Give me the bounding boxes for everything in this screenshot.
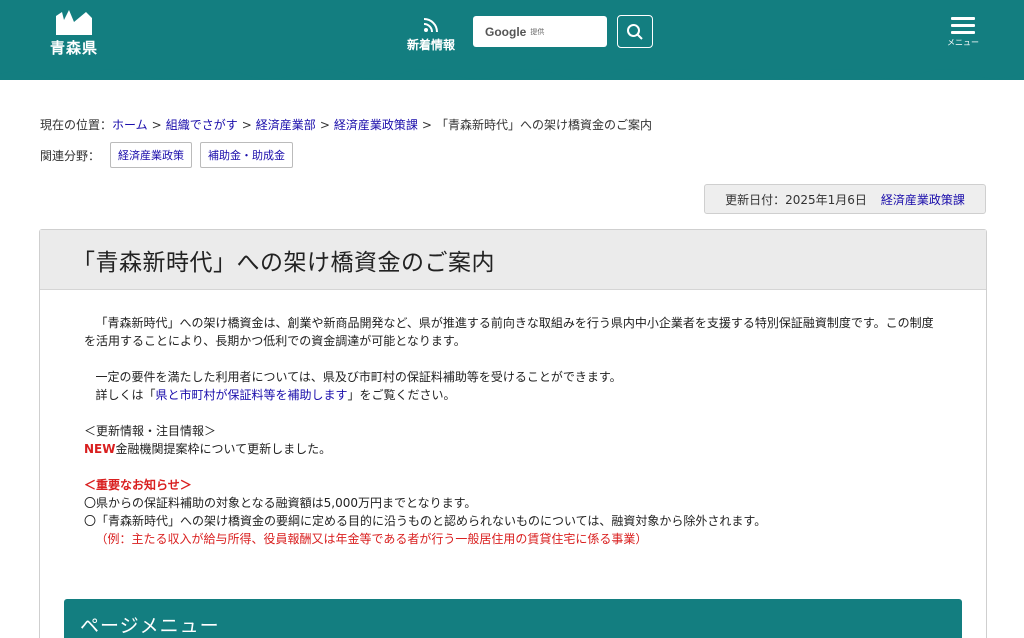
notice-2: 〇「青森新時代」への架け橋資金の要綱に定める目的に沿うものと認められないものにつ… — [84, 514, 767, 528]
breadcrumb: 現在の位置：ホーム > 組織でさがす > 経済産業部 > 経済産業政策課 > 「青森新時代」への… — [40, 118, 652, 132]
search-input[interactable]: Google 提供 — [473, 16, 607, 47]
aomori-logo-icon — [56, 10, 92, 35]
google-brand-sub: 提供 — [530, 27, 545, 36]
article-panel: 「青森新時代」への架け橋資金のご案内 「青森新時代」への架け橋資金は、創業や新商… — [39, 229, 987, 638]
page-menu-header: ページメニュー — [64, 599, 962, 638]
news-link[interactable]: 新着情報 — [402, 16, 460, 53]
subsidy-link[interactable]: 県と市町村が保証料等を補助します — [155, 388, 347, 402]
notice-1: 〇県からの保証料補助の対象となる融資額は5,000万円までとなります。 — [84, 496, 477, 510]
update-item: NEW金融機関提案枠について更新しました。 — [84, 442, 332, 456]
notice-2-example: （例：主たる収入が給与所得、役員報酬又は年金等である者が行う一般居住用の賃貸住宅… — [95, 532, 648, 546]
update-date: 更新日付：2025年1月6日 — [725, 192, 867, 207]
tag-subsidies[interactable]: 補助金・助成金 — [200, 142, 294, 168]
update-info: 更新日付：2025年1月6日 経済産業政策課 — [704, 184, 986, 214]
details-paragraph: 詳しくは「県と市町村が保証料等を補助します」をご覧ください。 — [95, 388, 456, 402]
google-brand: Google — [485, 24, 527, 39]
breadcrumb-current: 「青森新時代」への架け橋資金のご案内 — [435, 118, 652, 132]
update-department-link[interactable]: 経済産業政策課 — [881, 191, 965, 208]
related-label: 関連分野： — [40, 148, 101, 163]
page-menu-title: ページメニュー — [80, 614, 220, 637]
new-badge: NEW — [84, 442, 116, 456]
search-button[interactable] — [617, 15, 653, 48]
article-body: 「青森新時代」への架け橋資金は、創業や新商品開発など、県が推進する前向きな取組み… — [84, 314, 936, 548]
search-icon — [627, 23, 643, 40]
tag-economic-policy[interactable]: 経済産業政策 — [110, 142, 193, 168]
news-label: 新着情報 — [406, 38, 455, 52]
important-heading: ＜重要なお知らせ＞ — [84, 478, 192, 492]
breadcrumb-department[interactable]: 経済産業部 — [256, 118, 316, 132]
support-paragraph: 一定の要件を満たした利用者については、県及び市町村の保証料補助等を受けることがで… — [95, 370, 622, 384]
rss-icon — [423, 18, 438, 33]
menu-label: メニュー — [947, 38, 979, 47]
logo-text: 青森県 — [49, 39, 98, 57]
menu-button[interactable]: メニュー — [944, 17, 982, 48]
intro-paragraph: 「青森新時代」への架け橋資金は、創業や新商品開発など、県が推進する前向きな取組み… — [84, 316, 934, 348]
site-logo[interactable]: 青森県 — [46, 8, 102, 60]
page-title: 「青森新時代」への架け橋資金のご案内 — [72, 249, 495, 276]
breadcrumb-division[interactable]: 経済産業政策課 — [334, 118, 418, 132]
breadcrumb-home[interactable]: ホーム — [112, 118, 148, 132]
update-heading: ＜更新情報・注目情報＞ — [84, 424, 217, 438]
related-fields: 関連分野： 経済産業政策 補助金・助成金 — [40, 142, 301, 168]
breadcrumb-prefix: 現在の位置： — [40, 118, 113, 132]
hamburger-icon — [944, 17, 982, 34]
breadcrumb-organization[interactable]: 組織でさがす — [166, 118, 238, 132]
article-header: 「青森新時代」への架け橋資金のご案内 — [40, 230, 986, 290]
header-wave — [0, 64, 1024, 79]
